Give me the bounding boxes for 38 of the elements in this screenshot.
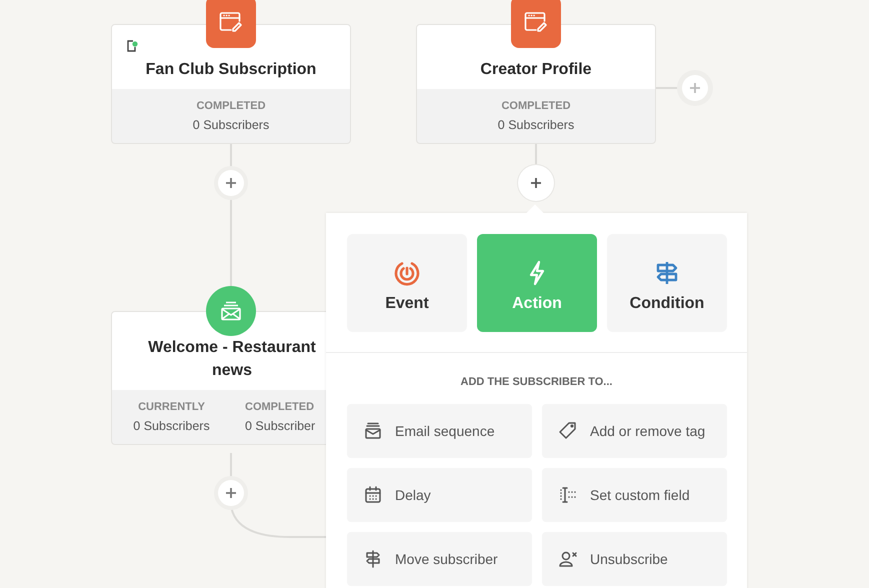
form-badge-icon xyxy=(206,0,256,48)
add-step-button[interactable] xyxy=(518,165,554,201)
plus-icon xyxy=(689,82,701,94)
text-field-icon xyxy=(558,485,578,505)
menu-option[interactable]: Move subscriber xyxy=(347,532,532,586)
step-title: Creator Profile xyxy=(480,60,592,80)
step-title: Welcome - Restaurant news xyxy=(147,338,317,381)
add-step-button[interactable] xyxy=(218,480,244,506)
tag-icon xyxy=(558,421,578,441)
form-badge-icon xyxy=(511,0,561,48)
plus-icon xyxy=(530,177,542,189)
menu-option[interactable]: Set custom field xyxy=(542,468,727,522)
step-card[interactable]: Fan Club Subscription COMPLETED 0 Subscribers xyxy=(111,24,351,144)
stat-label: COMPLETED xyxy=(196,100,266,112)
menu-option[interactable]: Email sequence xyxy=(347,404,532,458)
user-remove-icon xyxy=(558,549,578,569)
add-step-button[interactable] xyxy=(218,170,244,196)
stat-value: 0 Subscriber xyxy=(245,419,316,433)
menu-option[interactable]: Add or remove tag xyxy=(542,404,727,458)
step-card[interactable]: Creator Profile COMPLETED 0 Subscribers xyxy=(416,24,656,144)
stat-label: COMPLETED xyxy=(501,100,571,112)
envelope-stack-icon xyxy=(363,421,383,441)
stat-value: 0 Subscribers xyxy=(192,118,270,132)
step-card[interactable]: Welcome - Restaurant news CURRENTLY 0 Subscribers COMPLETED 0 Subscriber xyxy=(111,311,327,445)
step-title: Fan Club Subscription xyxy=(146,60,316,80)
stat-value: 0 Subscribers xyxy=(133,419,210,433)
stat-value: 0 Subscribers xyxy=(498,118,574,132)
email-badge-icon xyxy=(206,286,256,336)
stat-label: CURRENTLY xyxy=(138,401,205,413)
step-type-tab[interactable]: Condition xyxy=(607,234,727,332)
step-type-tab[interactable]: Event xyxy=(347,234,467,332)
plus-icon xyxy=(225,487,237,499)
menu-option[interactable]: Delay xyxy=(347,468,532,522)
menu-option[interactable]: Unsubscribe xyxy=(542,532,727,586)
plus-icon xyxy=(225,177,237,189)
section-heading: ADD THE SUBSCRIBER TO... xyxy=(460,376,614,388)
stat-label: COMPLETED xyxy=(245,401,314,413)
calendar-icon xyxy=(363,485,383,505)
